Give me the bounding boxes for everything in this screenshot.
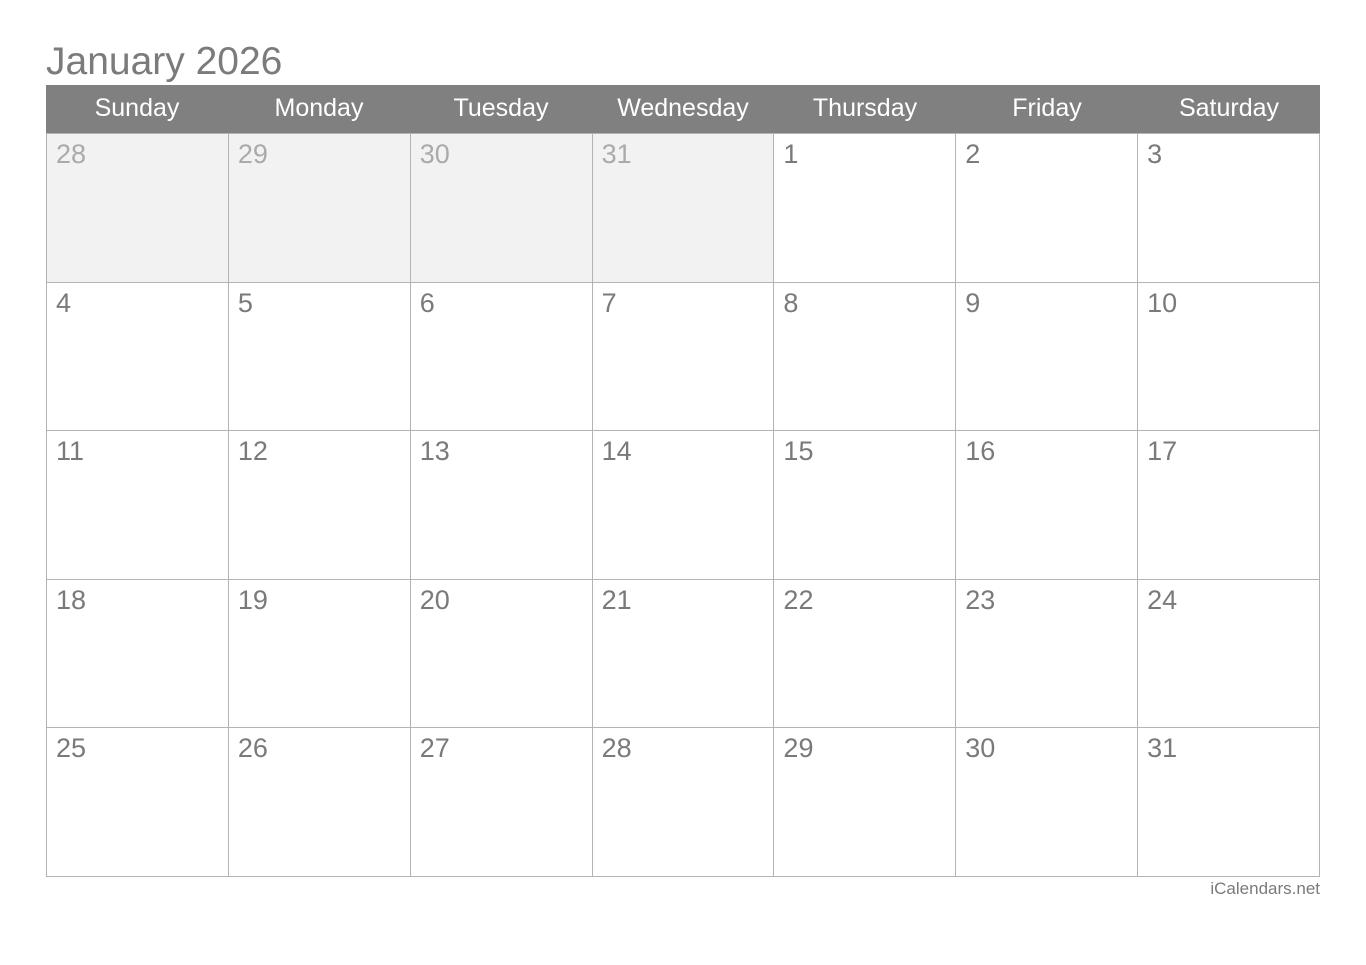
day-number: 16 xyxy=(965,436,996,467)
day-cell: 21 xyxy=(592,579,775,729)
day-cell-other-month: 31 xyxy=(592,134,775,283)
day-cell: 23 xyxy=(956,579,1139,729)
day-cell: 9 xyxy=(956,282,1139,432)
day-number: 23 xyxy=(965,584,996,615)
day-number: 20 xyxy=(419,584,450,615)
day-number: 10 xyxy=(1147,287,1178,318)
day-cell: 30 xyxy=(956,728,1139,877)
day-number: 2 xyxy=(965,139,981,169)
day-number: 26 xyxy=(237,733,268,764)
day-number: 5 xyxy=(237,287,253,318)
weekday-header: Sunday Monday Tuesday Wednesday Thursday… xyxy=(46,85,1320,133)
day-number: 7 xyxy=(601,287,617,318)
day-number: 14 xyxy=(601,436,632,467)
day-number: 31 xyxy=(1147,733,1178,764)
day-cell: 3 xyxy=(1138,134,1320,283)
day-number: 1 xyxy=(783,139,799,169)
day-cell: 19 xyxy=(228,579,411,729)
weekday-thursday: Thursday xyxy=(812,94,918,122)
day-number: 30 xyxy=(965,733,996,764)
calendar: Sunday Monday Tuesday Wednesday Thursday… xyxy=(46,85,1320,877)
day-cell: 1 xyxy=(774,134,957,283)
day-number: 24 xyxy=(1147,584,1178,615)
day-number: 6 xyxy=(419,287,435,318)
day-grid: 28 29 30 31 1 2 3 4 5 6 7 8 9 10 11 12 13 14 15 16 17 18 19 20 2… xyxy=(46,133,1320,877)
day-cell: 26 xyxy=(228,728,411,877)
weekday-wednesday: Wednesday xyxy=(617,94,749,122)
day-cell: 18 xyxy=(47,579,229,729)
calendar-title: January 2026 xyxy=(46,40,283,83)
weekday-monday: Monday xyxy=(274,94,364,122)
day-cell: 29 xyxy=(774,728,957,877)
day-cell: 17 xyxy=(1138,431,1320,580)
day-cell-other-month: 30 xyxy=(410,134,593,283)
day-cell: 20 xyxy=(410,579,593,729)
day-cell: 24 xyxy=(1138,579,1320,729)
day-cell: 25 xyxy=(47,728,229,877)
day-number: 19 xyxy=(237,584,268,615)
weekday-tuesday: Tuesday xyxy=(453,94,549,122)
day-cell: 14 xyxy=(592,431,775,580)
day-cell: 12 xyxy=(228,431,411,580)
day-cell: 16 xyxy=(956,431,1139,580)
day-number: 15 xyxy=(783,436,814,467)
day-number: 13 xyxy=(419,436,450,467)
day-number: 9 xyxy=(965,287,981,318)
day-number: 31 xyxy=(601,139,632,169)
day-number: 17 xyxy=(1147,436,1178,467)
footer-credit: iCalendars.net xyxy=(1210,879,1320,898)
day-number: 27 xyxy=(419,733,450,764)
day-number: 28 xyxy=(601,733,632,764)
day-cell: 22 xyxy=(774,579,957,729)
day-cell: 31 xyxy=(1138,728,1320,877)
day-number: 4 xyxy=(56,287,72,318)
day-number: 25 xyxy=(56,733,87,764)
day-cell-other-month: 29 xyxy=(228,134,411,283)
weekday-saturday: Saturday xyxy=(1178,94,1280,122)
weekday-sunday: Sunday xyxy=(94,94,180,122)
day-cell: 11 xyxy=(47,431,229,580)
day-number: 28 xyxy=(56,139,87,169)
day-cell: 2 xyxy=(956,134,1139,283)
day-number: 21 xyxy=(601,584,632,615)
day-number: 11 xyxy=(56,436,85,467)
day-cell: 5 xyxy=(228,282,411,432)
day-cell: 28 xyxy=(592,728,775,877)
weekday-friday: Friday xyxy=(1012,94,1082,122)
day-number: 22 xyxy=(783,584,814,615)
day-number: 3 xyxy=(1147,139,1163,169)
day-number: 12 xyxy=(237,436,268,467)
day-cell: 6 xyxy=(410,282,593,432)
day-cell: 13 xyxy=(410,431,593,580)
day-cell: 10 xyxy=(1138,282,1320,432)
day-number: 8 xyxy=(783,287,799,318)
day-number: 18 xyxy=(56,584,87,615)
day-number: 29 xyxy=(237,139,268,169)
day-cell: 4 xyxy=(47,282,229,432)
day-cell-other-month: 28 xyxy=(47,134,229,283)
day-number: 30 xyxy=(419,139,450,169)
day-cell: 8 xyxy=(774,282,957,432)
day-number: 29 xyxy=(783,733,814,764)
day-cell: 15 xyxy=(774,431,957,580)
day-cell: 27 xyxy=(410,728,593,877)
day-cell: 7 xyxy=(592,282,775,432)
